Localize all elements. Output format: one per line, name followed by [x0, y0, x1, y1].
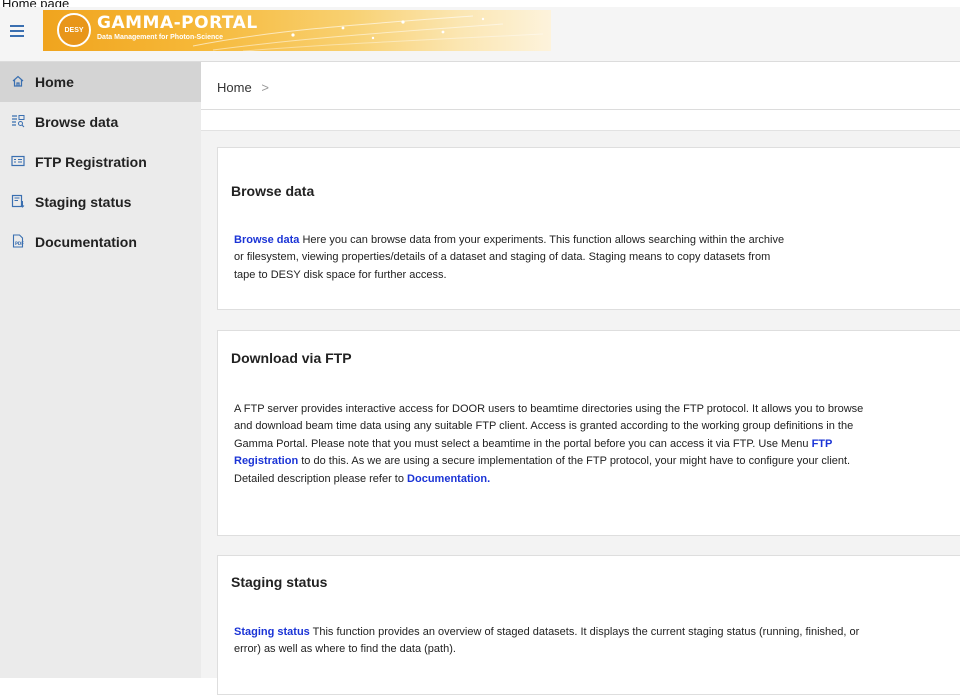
- svg-text:PDF: PDF: [15, 241, 24, 246]
- sidebar-item-staging-status[interactable]: Staging status: [0, 182, 201, 222]
- portal-banner[interactable]: DESY GAMMA-PORTAL Data Management for Ph…: [43, 10, 551, 51]
- sidebar: Home Browse data FTP Registration Stagin…: [0, 62, 201, 678]
- breadcrumb-separator: >: [261, 80, 269, 95]
- sidebar-item-home[interactable]: Home: [0, 62, 201, 102]
- sidebar-item-label: Staging status: [35, 194, 132, 210]
- pdf-icon: PDF: [0, 233, 35, 251]
- sidebar-item-label: Browse data: [35, 114, 119, 130]
- sidebar-item-label: FTP Registration: [35, 154, 147, 170]
- card-title: Staging status: [231, 574, 328, 590]
- card-text: A FTP server provides interactive access…: [234, 401, 864, 488]
- id-card-icon: [0, 154, 35, 171]
- brand-subtitle: Data Management for Photon-Science: [97, 34, 224, 41]
- card-title: Browse data: [231, 183, 315, 199]
- main-content: Browse data Browse data Here you can bro…: [201, 130, 960, 695]
- card-title: Download via FTP: [231, 350, 352, 366]
- home-icon: [0, 74, 35, 91]
- sidebar-item-label: Home: [35, 74, 74, 90]
- breadcrumb: Home >: [217, 80, 269, 95]
- staging-status-link[interactable]: Staging status: [234, 626, 310, 638]
- staging-status-card: Staging status Staging status This funct…: [217, 555, 960, 695]
- top-bar: DESY GAMMA-PORTAL Data Management for Ph…: [0, 7, 960, 62]
- browse-data-card: Browse data Browse data Here you can bro…: [217, 147, 960, 310]
- browse-icon: [0, 114, 35, 131]
- breadcrumb-home[interactable]: Home: [217, 80, 252, 95]
- download-ftp-card: Download via FTP A FTP server provides i…: [217, 330, 960, 536]
- staging-icon: [0, 194, 35, 211]
- sidebar-item-ftp-registration[interactable]: FTP Registration: [0, 142, 201, 182]
- documentation-link[interactable]: Documentation.: [407, 473, 490, 485]
- sidebar-item-label: Documentation: [35, 234, 137, 250]
- card-body: A FTP server provides interactive access…: [234, 403, 864, 450]
- desy-logo: DESY: [57, 13, 91, 47]
- browse-data-link[interactable]: Browse data: [234, 234, 299, 246]
- card-body: Here you can browse data from your exper…: [234, 234, 785, 281]
- sidebar-item-documentation[interactable]: PDF Documentation: [0, 222, 201, 262]
- breadcrumb-bar: Home >: [201, 62, 960, 110]
- logo-text: DESY: [64, 27, 84, 34]
- brand-title: GAMMA-PORTAL: [97, 13, 258, 33]
- card-text: Browse data Here you can browse data fro…: [234, 232, 794, 284]
- card-body: This function provides an overview of st…: [234, 626, 860, 656]
- hamburger-menu-icon[interactable]: [10, 25, 24, 39]
- card-body: to do this. As we are using a secure imp…: [234, 455, 851, 485]
- card-text: Staging status This function provides an…: [234, 624, 864, 659]
- sidebar-item-browse-data[interactable]: Browse data: [0, 102, 201, 142]
